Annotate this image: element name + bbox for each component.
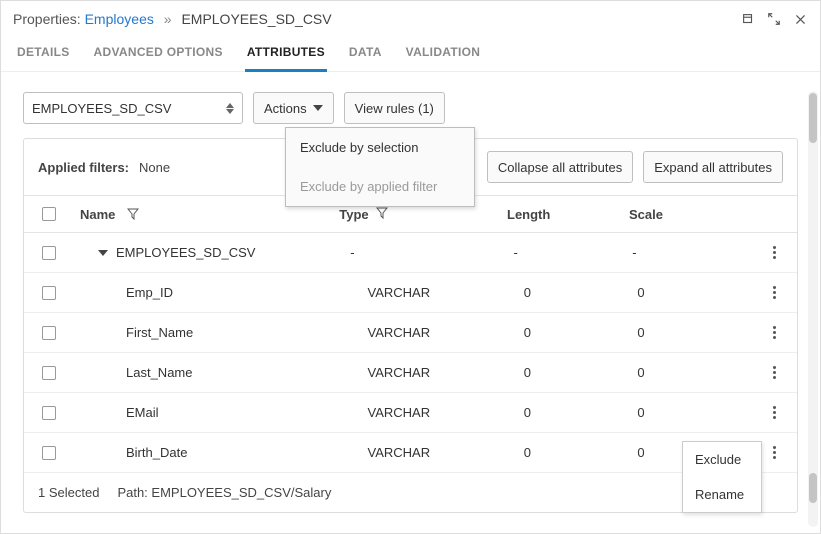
tab-advanced-options[interactable]: ADVANCED OPTIONS [92,39,225,71]
expand-icon[interactable] [766,11,782,27]
row-name: Last_Name [126,365,192,380]
breadcrumb-link-employees[interactable]: Employees [85,11,154,27]
breadcrumb: Properties: Employees » EMPLOYEES_SD_CSV [13,11,332,27]
row-scale: 0 [637,285,751,300]
row-scale: - [632,245,751,260]
table-row: EMPLOYEES_SD_CSV - - - [24,233,797,273]
row-name: First_Name [126,325,193,340]
select-all-checkbox[interactable] [42,207,56,221]
tab-attributes[interactable]: ATTRIBUTES [245,39,327,72]
breadcrumb-current: EMPLOYEES_SD_CSV [181,11,331,27]
restore-icon[interactable] [740,11,756,27]
properties-label: Properties: [13,11,81,27]
row-checkbox[interactable] [42,446,56,460]
filter-icon[interactable] [376,207,388,219]
row-checkbox[interactable] [42,366,56,380]
expand-all-button[interactable]: Expand all attributes [643,151,783,183]
row-type: VARCHAR [367,445,523,460]
row-type: VARCHAR [367,325,523,340]
selected-count: 1 Selected [38,485,99,500]
row-actions-menu[interactable] [769,242,780,263]
table-row: First_Name VARCHAR 0 0 [24,313,797,353]
entity-selector[interactable]: EMPLOYEES_SD_CSV [23,92,243,124]
column-scale: Scale [629,207,663,222]
row-name: EMPLOYEES_SD_CSV [116,245,255,260]
path-info: Path: EMPLOYEES_SD_CSV/Salary [117,485,331,500]
tab-data[interactable]: DATA [347,39,384,71]
actions-dropdown: Exclude by selection Exclude by applied … [285,127,475,207]
menu-exclude-by-selection[interactable]: Exclude by selection [286,128,474,167]
row-actions-menu[interactable] [769,402,780,423]
row-scale: 0 [637,365,751,380]
tab-details[interactable]: DETAILS [15,39,72,71]
row-name: Birth_Date [126,445,187,460]
row-length: 0 [524,445,638,460]
context-exclude[interactable]: Exclude [683,442,761,477]
table-row: Emp_ID VARCHAR 0 0 [24,273,797,313]
row-type: VARCHAR [367,365,523,380]
row-length: 0 [524,285,638,300]
row-actions-menu[interactable] [769,282,780,303]
tab-validation[interactable]: VALIDATION [404,39,483,71]
context-rename[interactable]: Rename [683,477,761,512]
breadcrumb-separator: » [164,11,172,27]
row-actions-menu[interactable] [769,362,780,383]
entity-selector-value: EMPLOYEES_SD_CSV [32,101,226,116]
scrollbar-thumb[interactable] [809,93,817,143]
row-actions-menu[interactable] [769,322,780,343]
row-length: - [514,245,633,260]
filter-icon[interactable] [127,208,139,220]
view-rules-label: View rules (1) [355,101,434,116]
actions-button[interactable]: Actions [253,92,334,124]
row-length: 0 [524,325,638,340]
row-name: Emp_ID [126,285,173,300]
vertical-scrollbar[interactable] [808,91,818,527]
row-scale: 0 [637,325,751,340]
table-row: Last_Name VARCHAR 0 0 [24,353,797,393]
row-checkbox[interactable] [42,406,56,420]
actions-button-label: Actions [264,101,307,116]
row-checkbox[interactable] [42,286,56,300]
table-row: EMail VARCHAR 0 0 [24,393,797,433]
row-length: 0 [524,365,638,380]
row-context-menu: Exclude Rename [682,441,762,513]
applied-filters-label: Applied filters: [38,160,129,175]
stepper-icon [226,103,234,114]
scrollbar-thumb[interactable] [809,473,817,503]
row-scale: 0 [637,405,751,420]
column-length: Length [507,207,550,222]
properties-panel: Properties: Employees » EMPLOYEES_SD_CSV… [0,0,821,534]
collapse-all-button[interactable]: Collapse all attributes [487,151,633,183]
column-name: Name [80,207,115,222]
applied-filters-value: None [139,160,170,175]
row-checkbox[interactable] [42,326,56,340]
row-type: - [350,245,513,260]
close-icon[interactable] [792,11,808,27]
menu-exclude-by-filter: Exclude by applied filter [286,167,474,206]
expand-toggle-icon[interactable] [98,250,108,256]
panel-header: Properties: Employees » EMPLOYEES_SD_CSV [1,1,820,31]
row-type: VARCHAR [367,285,523,300]
row-type: VARCHAR [367,405,523,420]
row-actions-menu[interactable] [769,442,780,463]
view-rules-button[interactable]: View rules (1) [344,92,445,124]
toolbar: EMPLOYEES_SD_CSV Actions View rules (1) [23,92,798,124]
row-checkbox[interactable] [42,246,56,260]
tab-bar: DETAILS ADVANCED OPTIONS ATTRIBUTES DATA… [1,31,820,72]
column-type: Type [339,207,368,222]
row-length: 0 [524,405,638,420]
row-name: EMail [126,405,159,420]
chevron-down-icon [313,105,323,111]
